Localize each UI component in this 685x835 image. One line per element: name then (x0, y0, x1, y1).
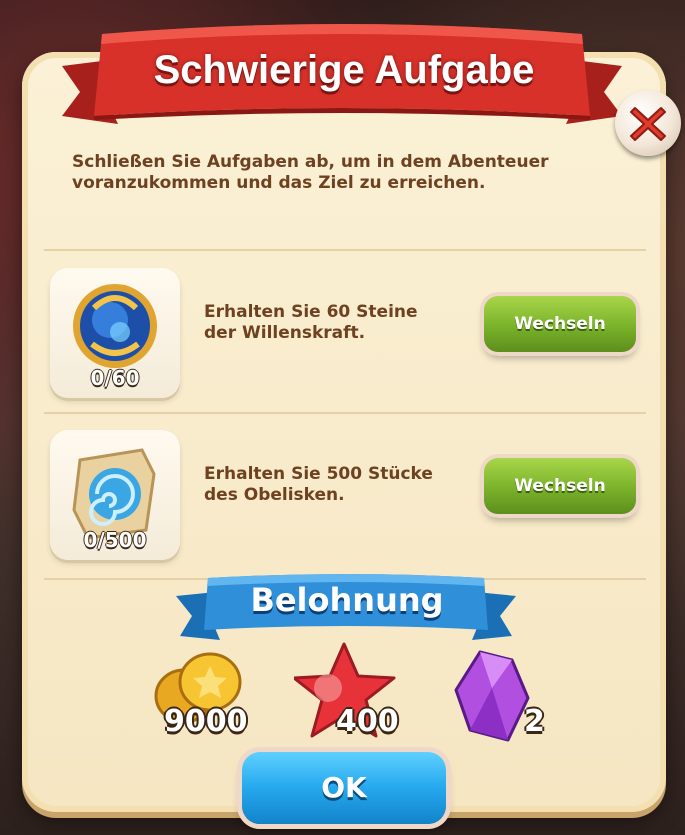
task-description: Erhalten Sie 60 Steine der Willenskraft. (204, 302, 418, 343)
reward-value: 400 (336, 704, 399, 739)
reward-title: Belohnung (250, 581, 444, 619)
task-row: 0/500 Erhalten Sie 500 Stücke des Obelis… (44, 414, 646, 574)
switch-task-button[interactable]: Wechseln (484, 296, 636, 352)
task-icon-card: 0/500 (50, 430, 180, 560)
task-description: Erhalten Sie 500 Stücke des Obelisken. (204, 464, 433, 505)
task-progress-counter: 0/60 (90, 366, 140, 390)
ok-button[interactable]: OK (242, 752, 446, 824)
reward-value: 9000 (164, 704, 248, 739)
close-icon (630, 107, 666, 141)
switch-task-button[interactable]: Wechseln (484, 458, 636, 514)
task-progress-counter: 0/500 (83, 528, 147, 552)
reward-item: 2 (452, 646, 562, 746)
task-icon-card: 0/60 (50, 268, 180, 398)
dialog-title: Schwierige Aufgabe (153, 48, 535, 92)
reward-item: 9000 (146, 646, 256, 746)
purple-gem-icon (454, 650, 530, 742)
task-row: 0/60 Erhalten Sie 60 Steine der Willensk… (44, 252, 646, 412)
reward-value: 2 (524, 704, 545, 739)
reward-item: 400 (292, 640, 404, 746)
close-button[interactable] (615, 90, 681, 156)
dialog-description: Schließen Sie Aufgaben ab, um in dem Abe… (72, 152, 549, 193)
divider (44, 249, 646, 251)
